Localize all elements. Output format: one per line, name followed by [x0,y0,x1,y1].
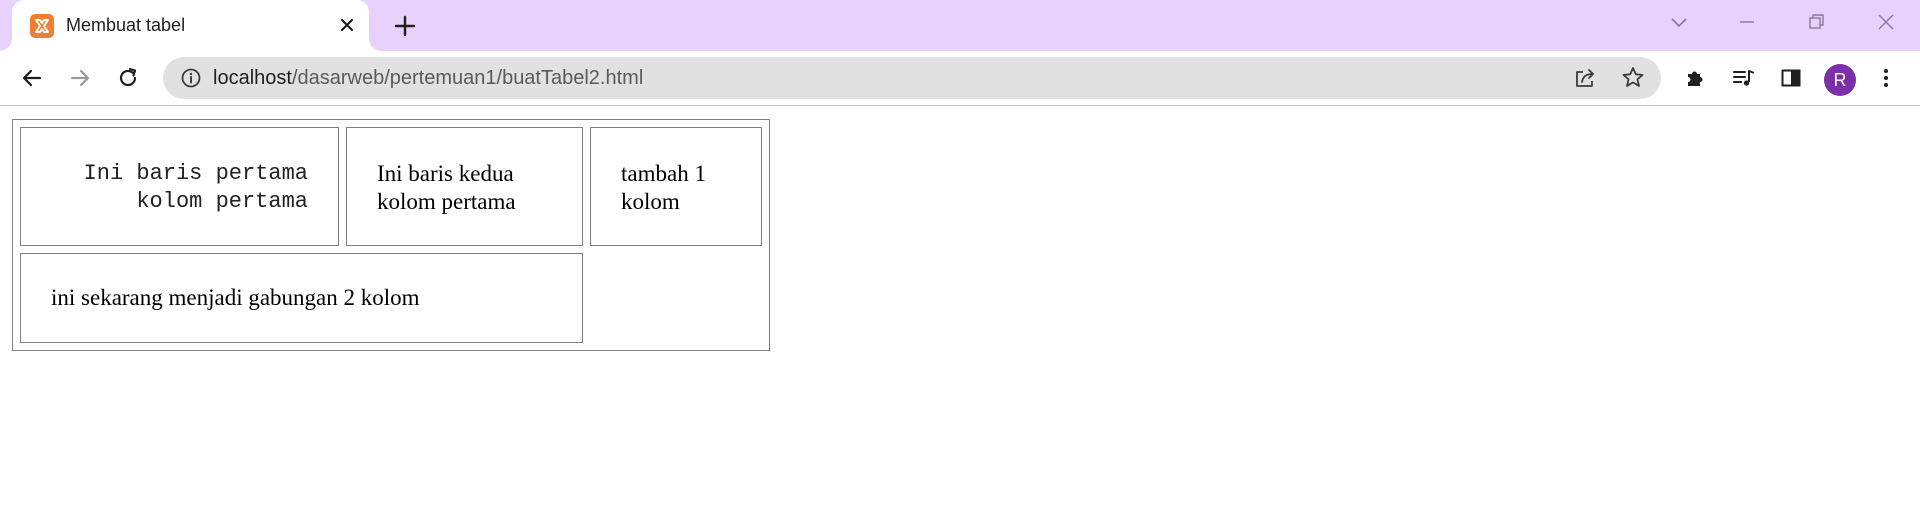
reload-icon[interactable] [112,62,144,94]
tab-title: Membuat tabel [66,15,186,35]
side-panel-icon[interactable] [1775,62,1807,94]
table-cell-row1-col2: Ini baris kedua kolom pertama [346,127,583,246]
tab-strip: Membuat tabel [0,0,1920,51]
more-menu-icon[interactable] [1870,62,1902,94]
tab-search-icon[interactable] [1659,6,1699,38]
close-window-icon[interactable] [1866,6,1906,38]
bookmark-star-icon[interactable] [1619,64,1647,92]
share-icon[interactable] [1571,64,1599,92]
extensions-puzzle-icon[interactable] [1679,62,1711,94]
cell-text-line: tambah 1 [621,161,706,186]
url-path: /dasarweb/pertemuan1/buatTabel2.html [291,67,644,89]
table-cell-row1-col1: Ini baris pertama kolom pertama [20,127,339,246]
table-cell-row2-merged: ini sekarang menjadi gabungan 2 kolom [20,253,583,343]
profile-avatar[interactable]: R [1824,64,1856,96]
html-table: Ini baris pertama kolom pertama Ini bari… [12,119,770,351]
xampp-icon [30,14,54,38]
url-host: localhost [213,67,292,89]
cell-text-line: kolom [621,189,680,214]
back-arrow-icon[interactable] [16,62,48,94]
url-text[interactable]: localhost/dasarweb/pertemuan1/buatTabel2… [213,67,643,90]
cell-text-line: Ini baris kedua [377,161,514,186]
cell-text-line: kolom pertama [377,189,516,214]
new-tab-icon[interactable] [391,12,419,40]
cell-text-line: kolom pertama [136,189,308,214]
restore-icon[interactable] [1796,6,1836,38]
browser-toolbar: localhost/dasarweb/pertemuan1/buatTabel2… [0,51,1920,106]
minimize-icon[interactable] [1727,6,1767,38]
address-bar[interactable]: localhost/dasarweb/pertemuan1/buatTabel2… [163,57,1661,99]
table-cell-row1-col3: tambah 1 kolom [590,127,762,246]
close-tab-icon[interactable] [335,13,359,37]
cell-text-line: ini sekarang menjadi gabungan 2 kolom [51,285,420,310]
browser-tab[interactable]: Membuat tabel [0,0,381,51]
site-info-icon[interactable] [179,66,203,90]
page-viewport: Ini baris pertama kolom pertama Ini bari… [0,106,1920,505]
media-queue-icon[interactable] [1727,62,1759,94]
forward-arrow-icon[interactable] [64,62,96,94]
cell-text-line: Ini baris pertama [83,161,308,186]
